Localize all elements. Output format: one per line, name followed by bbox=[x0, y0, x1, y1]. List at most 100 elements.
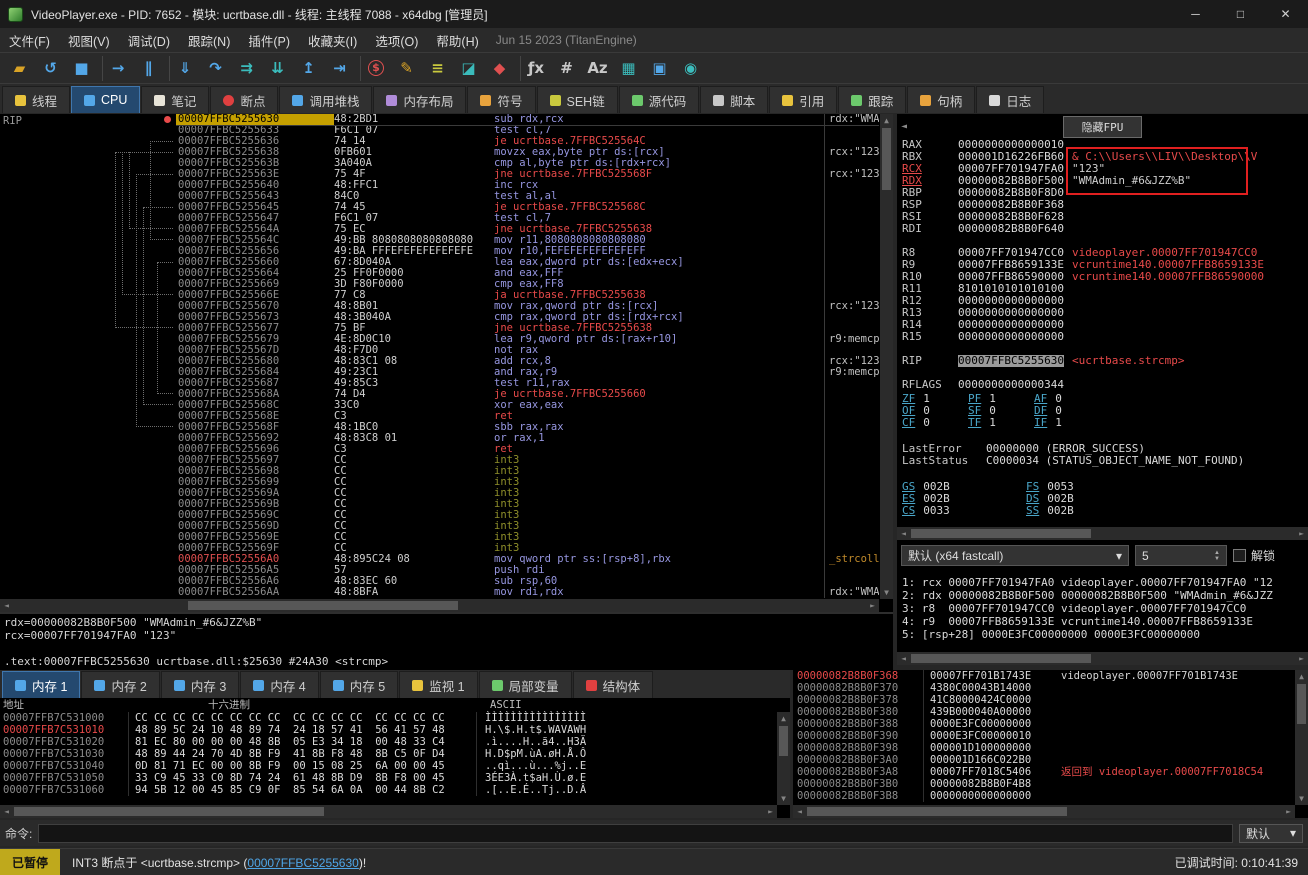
disasm-row[interactable]: 00007FFBC525569F CC int3 bbox=[176, 543, 879, 554]
stack-row[interactable]: 00000082B8B0F390 0000E3FC00000010 bbox=[793, 730, 1308, 742]
step-out-icon[interactable]: ↥ bbox=[293, 56, 324, 81]
trace-over-icon[interactable]: ⇊ bbox=[262, 56, 293, 81]
register-row[interactable]: RDI 00000082B8B0F640 bbox=[897, 223, 1308, 235]
hide-fpu-button[interactable]: 隐藏FPU bbox=[1063, 116, 1143, 138]
disasm-row[interactable]: 00007FFBC5255696 C3 ret bbox=[176, 444, 879, 455]
tab-script[interactable]: 脚本 bbox=[700, 86, 768, 113]
disasm-row[interactable]: 00007FFBC525568A 74 D4 je ucrtbase.7FFBC… bbox=[176, 389, 879, 400]
maximize-button[interactable]: □ bbox=[1218, 0, 1263, 28]
disasm-row[interactable]: 00007FFBC5255699 CC int3 bbox=[176, 477, 879, 488]
calling-convention-select[interactable]: 默认 (x64 fastcall)▾ bbox=[901, 545, 1129, 566]
trace-into-icon[interactable]: ⇉ bbox=[231, 56, 262, 81]
unlock-toggle[interactable]: 解锁 bbox=[1233, 547, 1275, 564]
cpu-flag[interactable]: IF1 bbox=[1034, 417, 1100, 429]
tab-seh[interactable]: SEH链 bbox=[537, 86, 618, 113]
disasm-row[interactable]: 00007FFBC525564C 49:BB 8080808080808080 … bbox=[176, 235, 879, 246]
disasm-row[interactable]: 00007FFBC52556AA 48:8BFA mov rdi,rdx rdx… bbox=[176, 587, 879, 598]
arguments-hscrollbar[interactable]: ◄► bbox=[897, 652, 1308, 665]
menu-trace[interactable]: 跟踪(N) bbox=[179, 28, 239, 53]
segment-register[interactable]: GS002B bbox=[902, 481, 1026, 493]
disasm-row[interactable]: 00007FFBC5255698 CC int3 bbox=[176, 466, 879, 477]
disasm-row[interactable]: 00007FFBC5255630 48:2BD1 sub rdx,rcx rdx… bbox=[176, 114, 879, 125]
tab-handles[interactable]: 句柄 bbox=[907, 86, 975, 113]
stack-row[interactable]: 00000082B8B0F388 0000E3FC00000000 bbox=[793, 718, 1308, 730]
disasm-row[interactable]: 00007FFBC5255645 74 45 je ucrtbase.7FFBC… bbox=[176, 202, 879, 213]
argument-row[interactable]: 1: rcx 00007FF701947FA0 videoplayer.0000… bbox=[902, 576, 1304, 589]
tab-symbols[interactable]: 符号 bbox=[467, 86, 535, 113]
tab-cpu[interactable]: CPU bbox=[71, 86, 140, 113]
cpu-flag[interactable]: CF0 bbox=[902, 417, 968, 429]
minimize-button[interactable]: ─ bbox=[1173, 0, 1218, 28]
disasm-vscrollbar[interactable]: ▲▼ bbox=[880, 114, 893, 599]
tab-memory-map[interactable]: 内存布局 bbox=[373, 86, 466, 113]
open-file-icon[interactable]: ▰ bbox=[4, 56, 35, 81]
disasm-row[interactable]: 00007FFBC525563E 75 4F jne ucrtbase.7FFB… bbox=[176, 169, 879, 180]
segment-register[interactable]: CS0033 bbox=[902, 505, 1026, 517]
disasm-row[interactable]: 00007FFBC5255643 84C0 test al,al bbox=[176, 191, 879, 202]
step-into-icon[interactable]: ⇓ bbox=[169, 56, 200, 81]
stack-row[interactable]: 00000082B8B0F3A8 00007FF7018C5406 返回到 vi… bbox=[793, 766, 1308, 778]
stack-row[interactable]: 00000082B8B0F3A0 000001D166C022B0 bbox=[793, 754, 1308, 766]
pause-icon[interactable]: ∥ bbox=[133, 56, 164, 81]
disasm-row[interactable]: 00007FFBC5255680 48:83C1 08 add rcx,8 rc… bbox=[176, 356, 879, 367]
fence-icon[interactable]: ≡ bbox=[422, 56, 453, 81]
disasm-row[interactable]: 00007FFBC525567D 48:F7D0 not rax bbox=[176, 345, 879, 356]
disasm-row[interactable]: 00007FFBC5255673 48:3B040A cmp rax,qword… bbox=[176, 312, 879, 323]
menu-debug[interactable]: 调试(D) bbox=[119, 28, 179, 53]
argument-row[interactable]: 4: r9 00007FFB8659133E vcruntime140.0000… bbox=[902, 615, 1304, 628]
command-input[interactable] bbox=[38, 824, 1233, 843]
argument-row[interactable]: 2: rdx 00000082B8B0F500 00000082B8B0F500… bbox=[902, 589, 1304, 602]
disasm-row[interactable]: 00007FFBC5255664 25 FF0F0000 and eax,FFF bbox=[176, 268, 879, 279]
avx-toggle-icon[interactable]: $ bbox=[360, 56, 391, 81]
disasm-row[interactable]: 00007FFBC5255633 F6C1 07 test cl,7 bbox=[176, 125, 879, 136]
stack-row[interactable]: 00000082B8B0F3B0 00000082B8B0F4B8 bbox=[793, 778, 1308, 790]
disasm-row[interactable]: 00007FFBC52556A5 57 push rdi bbox=[176, 565, 879, 576]
disasm-row[interactable]: 00007FFBC5255670 48:8B01 mov rax,qword p… bbox=[176, 301, 879, 312]
cpu-flag[interactable]: TF1 bbox=[968, 417, 1034, 429]
calculator-icon[interactable]: ▣ bbox=[644, 56, 675, 81]
disasm-row[interactable]: 00007FFBC525568E C3 ret bbox=[176, 411, 879, 422]
hex-row[interactable]: 00007FFB7C531040 0D 81 71 EC 00 00 8B F9… bbox=[0, 760, 790, 772]
last-row[interactable]: LastStatus C0000034 (STATUS_OBJECT_NAME_… bbox=[897, 455, 1308, 467]
tab-struct[interactable]: 结构体 bbox=[573, 671, 654, 698]
menu-favourites[interactable]: 收藏夹(I) bbox=[299, 28, 366, 53]
disasm-row[interactable]: 00007FFBC525569A CC int3 bbox=[176, 488, 879, 499]
tab-trace[interactable]: 跟踪 bbox=[838, 86, 906, 113]
disasm-row[interactable]: 00007FFBC5255636 74 14 je ucrtbase.7FFBC… bbox=[176, 136, 879, 147]
hex-row[interactable]: 00007FFB7C531010 48 89 5C 24 10 48 89 74… bbox=[0, 724, 790, 736]
disasm-row[interactable]: 00007FFBC5255640 48:FFC1 inc rcx bbox=[176, 180, 879, 191]
run-to-user-icon[interactable]: ⇥ bbox=[324, 56, 355, 81]
tab-dump-4[interactable]: 内存 4 bbox=[240, 671, 318, 698]
hex-row[interactable]: 00007FFB7C531020 81 EC 80 00 00 00 48 8B… bbox=[0, 736, 790, 748]
tab-callstack[interactable]: 调用堆栈 bbox=[279, 86, 372, 113]
tab-references[interactable]: 引用 bbox=[769, 86, 837, 113]
hash-icon[interactable]: # bbox=[551, 56, 582, 81]
disasm-row[interactable]: 00007FFBC5255687 49:85C3 test r11,rax bbox=[176, 378, 879, 389]
disasm-row[interactable]: 00007FFBC52556A6 48:83EC 60 sub rsp,60 bbox=[176, 576, 879, 587]
menu-plugins[interactable]: 插件(P) bbox=[239, 28, 299, 53]
disasm-row[interactable]: 00007FFBC525566E 77 C8 ja ucrtbase.7FFBC… bbox=[176, 290, 879, 301]
patches-icon[interactable]: ✎ bbox=[391, 56, 422, 81]
disasm-hscrollbar[interactable]: ◄► bbox=[0, 599, 879, 612]
segment-register[interactable]: ES002B bbox=[902, 493, 1026, 505]
disasm-row[interactable]: 00007FFBC5255697 CC int3 bbox=[176, 455, 879, 466]
unlock-checkbox[interactable] bbox=[1233, 549, 1246, 562]
stack-row[interactable]: 00000082B8B0F370 4380C00043B14000 bbox=[793, 682, 1308, 694]
disasm-row[interactable]: 00007FFBC525569E CC int3 bbox=[176, 532, 879, 543]
breakpoint-address-link[interactable]: 00007FFBC5255630 bbox=[247, 856, 358, 870]
compare-icon[interactable]: ◆ bbox=[484, 56, 515, 81]
segment-register[interactable]: DS002B bbox=[1026, 493, 1150, 505]
disasm-row[interactable]: 00007FFBC525569D CC int3 bbox=[176, 521, 879, 532]
disasm-row[interactable]: 00007FFBC525563B 3A040A cmp al,byte ptr … bbox=[176, 158, 879, 169]
disasm-row[interactable]: 00007FFBC5255684 49:23C1 and rax,r9 r9:m… bbox=[176, 367, 879, 378]
tab-threads[interactable]: 线程 bbox=[2, 86, 70, 113]
register-row[interactable]: RIP 00007FFBC5255630 <ucrtbase.strcmp> bbox=[897, 355, 1308, 367]
tab-source[interactable]: 源代码 bbox=[619, 86, 700, 113]
tab-breakpoints[interactable]: 断点 bbox=[210, 86, 278, 113]
run-icon[interactable]: → bbox=[102, 56, 133, 81]
tab-dump-2[interactable]: 内存 2 bbox=[81, 671, 159, 698]
disasm-row[interactable]: 00007FFBC525569B CC int3 bbox=[176, 499, 879, 510]
disasm-row[interactable]: 00007FFBC525564A 75 EC jne ucrtbase.7FFB… bbox=[176, 224, 879, 235]
menu-file[interactable]: 文件(F) bbox=[0, 28, 59, 53]
hex-hscrollbar[interactable]: ◄► bbox=[0, 805, 777, 818]
